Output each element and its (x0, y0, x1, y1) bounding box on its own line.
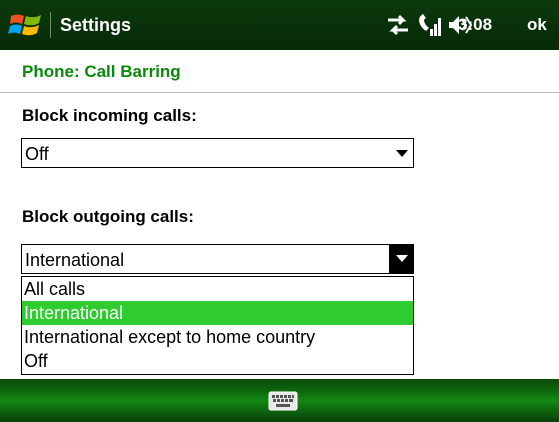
chevron-down-icon[interactable] (396, 150, 408, 157)
app-title: Settings (60, 15, 132, 35)
title-bar: Settings 3:08 ok (0, 0, 559, 50)
title-separator (50, 12, 51, 38)
keyboard-icon[interactable] (268, 390, 298, 412)
incoming-select-value: Off (25, 144, 49, 164)
chevron-down-icon (396, 255, 408, 262)
incoming-select[interactable]: Off (21, 138, 414, 168)
data-connection-icon[interactable] (385, 11, 411, 44)
outgoing-select[interactable]: International (21, 244, 414, 274)
ok-button[interactable]: ok (527, 13, 547, 37)
incoming-label: Block incoming calls: (22, 106, 197, 125)
page-subtitle: Phone: Call Barring (22, 62, 181, 81)
option-off[interactable]: Off (22, 349, 413, 373)
option-all-calls[interactable]: All calls (22, 277, 413, 301)
option-international[interactable]: International (22, 301, 413, 325)
signal-icon[interactable] (417, 11, 443, 44)
option-international-except-home[interactable]: International except to home country (22, 325, 413, 349)
menu-bar (0, 379, 559, 422)
dropdown-button[interactable] (389, 244, 414, 274)
outgoing-label: Block outgoing calls: (22, 207, 194, 226)
windows-start-icon[interactable] (8, 9, 44, 41)
outgoing-select-value: International (25, 250, 125, 270)
page-subtitle-bar: Phone: Call Barring (0, 50, 559, 93)
outgoing-options-list: All calls International International ex… (21, 276, 414, 375)
clock[interactable]: 3:08 (458, 13, 492, 37)
